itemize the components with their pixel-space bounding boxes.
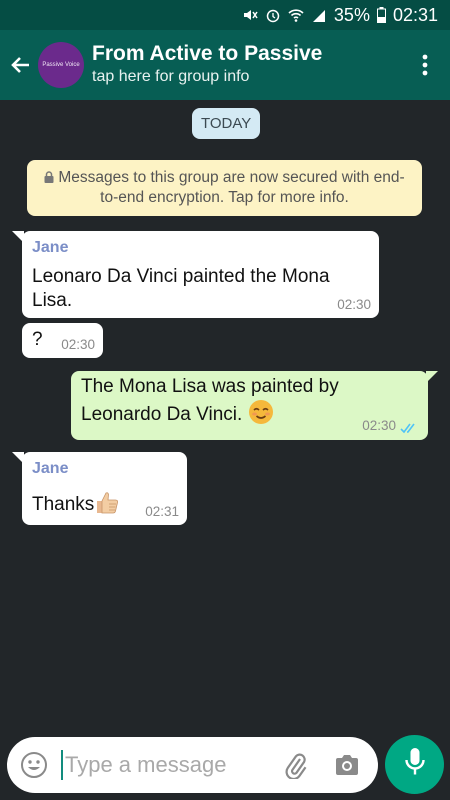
group-title: From Active to Passive xyxy=(92,42,323,65)
lock-icon xyxy=(44,169,54,183)
message-bubble-incoming[interactable]: Jane Thanks 02:31 xyxy=(12,452,187,525)
battery-icon xyxy=(376,7,386,23)
signal-icon xyxy=(311,7,327,23)
date-divider: TODAY xyxy=(192,108,261,139)
chat-header[interactable]: Passive Voice From Active to Passive tap… xyxy=(0,30,450,100)
more-options-icon[interactable] xyxy=(410,45,440,85)
encryption-notice-text: Messages to this group are now secured w… xyxy=(58,169,405,206)
wifi-icon xyxy=(288,7,304,23)
message-time: 02:30 xyxy=(337,297,371,312)
group-subtitle: tap here for group info xyxy=(92,68,250,85)
camera-icon[interactable] xyxy=(330,748,364,782)
message-time: 02:30 xyxy=(362,418,396,433)
alarm-icon xyxy=(265,7,281,23)
status-bar: 35% 02:31 xyxy=(0,0,450,30)
smiling-face-icon xyxy=(248,399,274,432)
back-arrow-icon[interactable] xyxy=(4,48,38,82)
message-text: Leonaro Da Vinci painted the Mona Lisa. xyxy=(32,266,330,311)
read-receipt-icon xyxy=(400,421,418,434)
group-avatar[interactable]: Passive Voice xyxy=(38,42,84,88)
message-sender: Jane xyxy=(32,460,69,477)
message-bubble-incoming[interactable]: Jane Leonaro Da Vinci painted the Mona L… xyxy=(12,231,379,318)
message-input[interactable] xyxy=(65,752,278,778)
message-time: 02:30 xyxy=(61,337,95,352)
paperclip-icon[interactable] xyxy=(278,748,312,782)
message-composer xyxy=(7,737,378,793)
message-sender: Jane xyxy=(32,239,69,256)
microphone-button[interactable] xyxy=(385,735,444,794)
message-text: Thanks xyxy=(32,494,95,515)
microphone-icon xyxy=(404,747,426,782)
message-bubble-outgoing[interactable]: The Mona Lisa was painted by Leonardo Da… xyxy=(71,371,438,440)
status-time: 02:31 xyxy=(392,4,438,25)
message-bubble-incoming[interactable]: ? 02:30 xyxy=(22,323,103,358)
message-content: Thanks xyxy=(32,489,120,522)
avatar-text: Passive Voice xyxy=(42,62,80,68)
battery-percent: 35% xyxy=(333,4,370,25)
encryption-notice[interactable]: Messages to this group are now secured w… xyxy=(27,160,422,216)
message-text: The Mona Lisa was painted by Leonardo Da… xyxy=(81,376,339,425)
message-content: The Mona Lisa was painted by Leonardo Da… xyxy=(81,375,391,432)
message-time: 02:31 xyxy=(145,504,179,519)
emoji-icon[interactable] xyxy=(19,750,49,780)
thumbs-up-icon xyxy=(94,489,120,522)
mute-icon xyxy=(242,7,258,23)
text-cursor xyxy=(61,750,63,780)
group-info[interactable]: From Active to Passive tap here for grou… xyxy=(92,42,410,88)
message-text: ? xyxy=(32,329,43,350)
